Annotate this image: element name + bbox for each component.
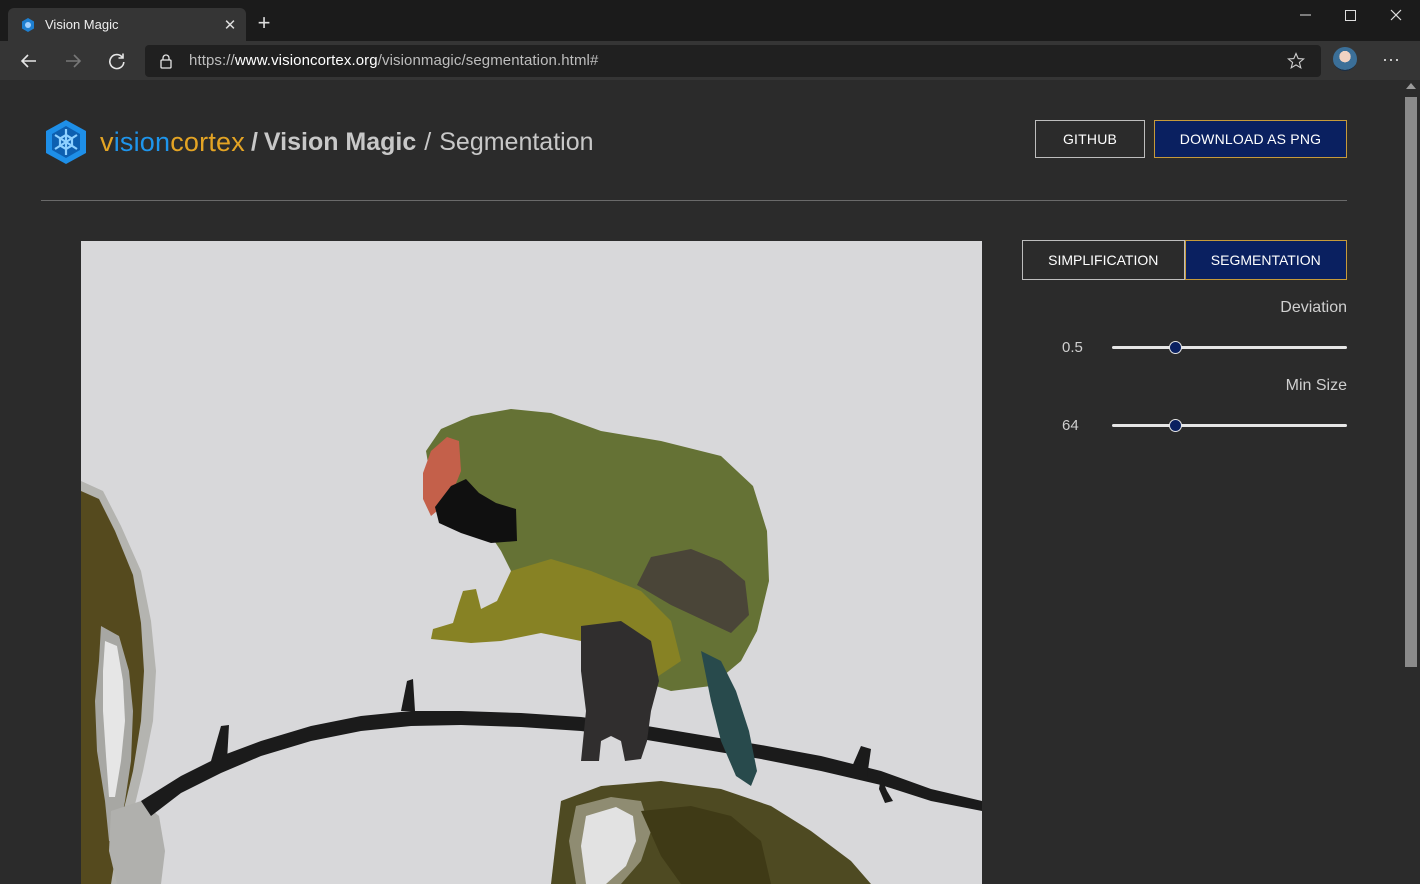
tab-close-icon[interactable]: ✕: [222, 17, 238, 34]
address-bar[interactable]: https://www.visioncortex.org/visionmagic…: [145, 45, 1321, 77]
url-text[interactable]: https://www.visioncortex.org/visionmagic…: [189, 52, 598, 69]
breadcrumb-separator: /: [250, 127, 258, 156]
back-icon[interactable]: [14, 46, 44, 76]
minimize-icon[interactable]: [1282, 0, 1328, 30]
brand-name-ision: ision: [113, 126, 171, 157]
deviation-value: 0.5: [1062, 339, 1083, 356]
brand-name-cortex: cortex: [170, 126, 245, 157]
deviation-label: Deviation: [1280, 299, 1347, 316]
deviation-slider[interactable]: [1112, 346, 1347, 349]
deviation-slider-handle[interactable]: [1168, 341, 1182, 354]
lock-icon: [160, 54, 172, 69]
new-tab-icon[interactable]: +: [254, 12, 274, 34]
scroll-up-arrow-icon[interactable]: [1406, 83, 1416, 89]
site-header-brand: visioncortex / Vision Magic / Segmentati…: [44, 119, 594, 165]
url-host: www.visioncortex.org: [234, 52, 378, 69]
min-size-label: Min Size: [1285, 377, 1347, 394]
mode-tabs: SIMPLIFICATION SEGMENTATION: [1022, 240, 1347, 280]
tab-segmentation[interactable]: SEGMENTATION: [1184, 240, 1347, 280]
visioncortex-favicon-icon: [22, 17, 34, 32]
url-path: /visionmagic/segmentation.html#: [377, 52, 599, 69]
download-png-button[interactable]: DOWNLOAD AS PNG: [1154, 120, 1347, 158]
favorite-star-icon[interactable]: [1287, 52, 1305, 70]
tab-title: Vision Magic: [45, 17, 119, 32]
browser-tab[interactable]: Vision Magic ✕: [8, 8, 246, 41]
header-divider: [41, 200, 1347, 201]
min-size-slider-handle[interactable]: [1168, 419, 1182, 432]
min-size-value: 64: [1062, 417, 1079, 434]
min-size-slider[interactable]: [1112, 424, 1347, 427]
more-options-icon[interactable]: ···: [1378, 46, 1404, 72]
breadcrumb-app-name[interactable]: Vision Magic: [264, 128, 416, 157]
github-button[interactable]: GITHUB: [1035, 120, 1145, 158]
brand-name[interactable]: visioncortex: [100, 127, 245, 158]
breadcrumb-separator: /: [424, 127, 432, 156]
breadcrumb-page-name: Segmentation: [439, 127, 594, 156]
segmentation-canvas[interactable]: [81, 241, 982, 884]
refresh-icon[interactable]: [102, 46, 132, 76]
browser-toolbar: https://www.visioncortex.org/visionmagic…: [0, 41, 1420, 80]
scrollbar-thumb[interactable]: [1405, 97, 1417, 667]
brand-name-v: v: [100, 126, 114, 157]
url-scheme: https://: [189, 52, 235, 69]
close-window-icon[interactable]: [1373, 0, 1419, 30]
forward-icon[interactable]: [58, 46, 88, 76]
tab-simplification[interactable]: SIMPLIFICATION: [1022, 240, 1185, 280]
profile-avatar[interactable]: [1333, 47, 1357, 71]
visioncortex-logo-icon[interactable]: [44, 119, 88, 165]
maximize-icon[interactable]: [1327, 0, 1373, 30]
browser-titlebar: Vision Magic ✕ +: [0, 0, 1420, 41]
segmented-parrot-image: [81, 241, 982, 884]
